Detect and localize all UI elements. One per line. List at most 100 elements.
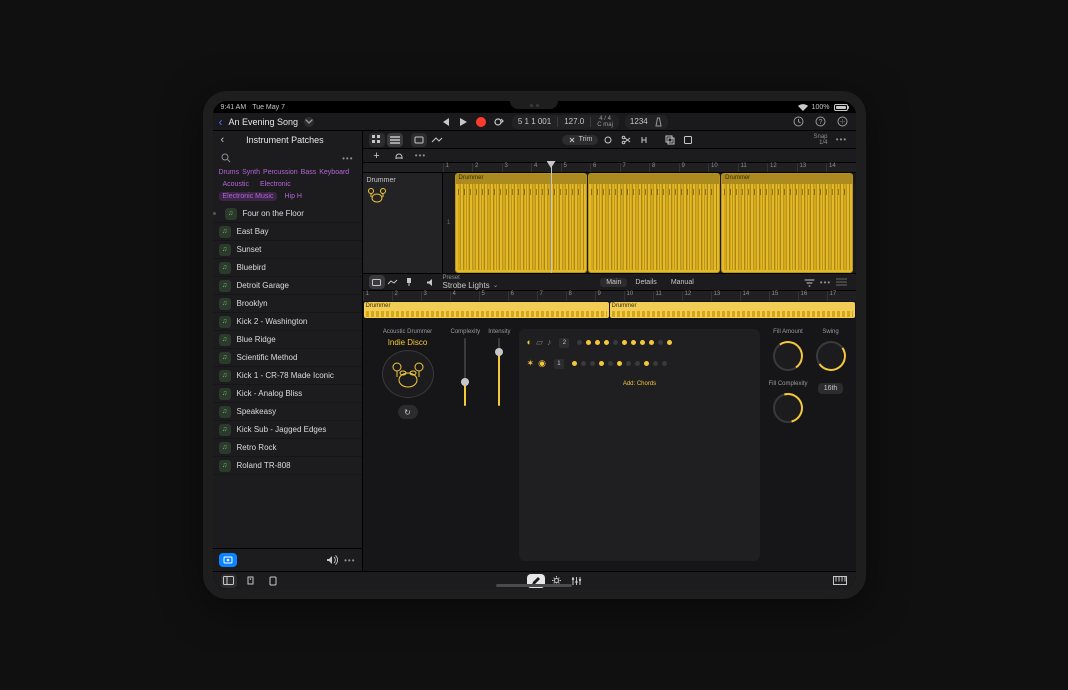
mixer-view-button[interactable] xyxy=(243,574,259,588)
pattern-dot[interactable] xyxy=(599,361,604,366)
sidebar-actions-button[interactable]: ••• xyxy=(344,556,355,565)
kit-name[interactable]: Indie Disco xyxy=(388,338,428,347)
library-view-button[interactable] xyxy=(221,574,237,588)
automation-view-button[interactable] xyxy=(429,133,445,147)
pattern-dot[interactable] xyxy=(604,340,609,345)
category-tag[interactable]: Keyboard xyxy=(319,169,349,176)
search-icon[interactable] xyxy=(221,153,231,163)
home-indicator[interactable] xyxy=(496,584,572,587)
trim-mode-button[interactable]: Trim xyxy=(562,135,599,145)
editor-tab[interactable]: Manual xyxy=(665,278,700,287)
settings-button[interactable] xyxy=(836,115,850,129)
pattern-row-b[interactable] xyxy=(572,361,667,366)
category-tag[interactable]: Bass xyxy=(301,169,317,176)
project-menu-button[interactable] xyxy=(304,117,314,127)
volume-icon[interactable] xyxy=(326,555,338,565)
regenerate-button[interactable]: ↻ xyxy=(398,405,418,419)
track-regions-container[interactable]: Drummer Drummer xyxy=(455,173,856,273)
patch-item[interactable]: ♫East Bay xyxy=(213,223,362,241)
copy-tool-button[interactable] xyxy=(662,133,678,147)
pattern-dot[interactable] xyxy=(577,340,582,345)
preset-name[interactable]: Strobe Lights xyxy=(443,281,490,290)
sidebar-back-button[interactable]: ‹ xyxy=(221,135,225,146)
input-monitor-button[interactable] xyxy=(391,149,407,163)
hihat-icon[interactable]: ♪ xyxy=(547,337,552,348)
editor-list-button[interactable] xyxy=(833,275,849,289)
patch-item[interactable]: ♫Speakeasy xyxy=(213,403,362,421)
category-tag[interactable]: Percussion xyxy=(263,169,298,176)
patch-item[interactable]: ♫Kick - Analog Bliss xyxy=(213,385,362,403)
pattern-dot[interactable] xyxy=(613,340,618,345)
arrange-more-button[interactable]: ••• xyxy=(834,133,850,147)
play-button[interactable] xyxy=(456,115,470,129)
patch-item[interactable]: ♫Brooklyn xyxy=(213,295,362,313)
pattern-dot[interactable] xyxy=(622,340,627,345)
pattern-dot[interactable] xyxy=(595,340,600,345)
track-header[interactable]: Drummer xyxy=(363,173,443,273)
editor-automation-button[interactable] xyxy=(385,275,401,289)
editor-filter-button[interactable] xyxy=(801,275,817,289)
pattern-dot[interactable] xyxy=(640,340,645,345)
row-a-page[interactable]: 2 xyxy=(559,338,569,348)
join-tool-button[interactable] xyxy=(636,133,652,147)
editor-region[interactable]: Drummer xyxy=(610,302,855,318)
editor-more-button[interactable]: ••• xyxy=(817,275,833,289)
subcategory-tag[interactable]: Hip H xyxy=(280,192,306,201)
audio-region[interactable]: Drummer xyxy=(721,173,853,273)
subcategory-tag[interactable]: Electronic xyxy=(256,180,295,189)
preview-button[interactable] xyxy=(219,553,237,567)
editor-tab[interactable]: Details xyxy=(629,278,662,287)
pattern-dot[interactable] xyxy=(653,361,658,366)
subcategory-tag[interactable]: Acoustic xyxy=(219,180,253,189)
patch-item[interactable]: ♫Kick 2 - Washington xyxy=(213,313,362,331)
row-b-page[interactable]: 1 xyxy=(554,359,564,369)
patch-item[interactable]: ♫Sunset xyxy=(213,241,362,259)
intensity-slider[interactable] xyxy=(492,338,506,406)
playhead[interactable] xyxy=(551,163,552,273)
region-view-button[interactable] xyxy=(411,133,427,147)
patch-item[interactable]: ♫Blue Ridge xyxy=(213,331,362,349)
complexity-slider[interactable] xyxy=(458,338,472,406)
patch-item[interactable]: ♫Bluebird xyxy=(213,259,362,277)
pattern-dot[interactable] xyxy=(649,340,654,345)
sidebar-more-button[interactable]: ••• xyxy=(342,154,353,163)
pattern-dot[interactable] xyxy=(581,361,586,366)
editor-region[interactable]: Drummer xyxy=(364,302,609,318)
patch-item[interactable]: ♫Retro Rock xyxy=(213,439,362,457)
mute-icon[interactable] xyxy=(423,275,439,289)
add-chords-label[interactable]: Add: Chords xyxy=(527,381,753,387)
fill-amount-knob[interactable] xyxy=(773,341,803,371)
sixteenth-button[interactable]: 16th xyxy=(818,383,844,394)
category-tag[interactable]: Drums xyxy=(219,169,240,176)
back-button[interactable]: ‹ xyxy=(219,116,223,128)
pattern-dot[interactable] xyxy=(626,361,631,366)
audio-region[interactable] xyxy=(588,173,720,273)
history-button[interactable] xyxy=(792,115,806,129)
swing-knob[interactable] xyxy=(816,341,846,371)
pattern-row-a[interactable] xyxy=(577,340,672,345)
preset-dropdown-icon[interactable]: ⌄ xyxy=(493,281,499,289)
ribbon-icon[interactable]: ✶ xyxy=(527,358,535,369)
lcd-count-display[interactable]: 1234 xyxy=(625,115,668,129)
pattern-dot[interactable] xyxy=(617,361,622,366)
arrange-timeline[interactable]: 1234567891011121314 Drummer 1 DrummerDru… xyxy=(363,163,856,273)
patch-item[interactable]: ♫Scientific Method xyxy=(213,349,362,367)
patch-list[interactable]: ♫Four on the Floor♫East Bay♫Sunset♫Blueb… xyxy=(213,205,362,548)
audio-region[interactable]: Drummer xyxy=(455,173,587,273)
kick-section-icons[interactable]: ✶ ◉ xyxy=(527,358,546,369)
rewind-button[interactable] xyxy=(438,115,452,129)
pattern-dot[interactable] xyxy=(662,361,667,366)
editor-region-view-button[interactable] xyxy=(369,275,385,289)
kit-image[interactable] xyxy=(382,350,434,398)
pattern-dot[interactable] xyxy=(572,361,577,366)
snap-display[interactable]: Snap 1/4 xyxy=(813,134,831,146)
paste-tool-button[interactable] xyxy=(680,133,696,147)
patch-item[interactable]: ♫Kick 1 - CR-78 Made Iconic xyxy=(213,367,362,385)
pattern-dot[interactable] xyxy=(658,340,663,345)
snare-icon[interactable]: ◉ xyxy=(538,358,546,369)
track-more-button[interactable]: ••• xyxy=(413,149,429,163)
keyboard-button[interactable] xyxy=(832,574,848,588)
pattern-dot[interactable] xyxy=(631,340,636,345)
project-title[interactable]: An Evening Song xyxy=(229,117,299,127)
pattern-dot[interactable] xyxy=(644,361,649,366)
